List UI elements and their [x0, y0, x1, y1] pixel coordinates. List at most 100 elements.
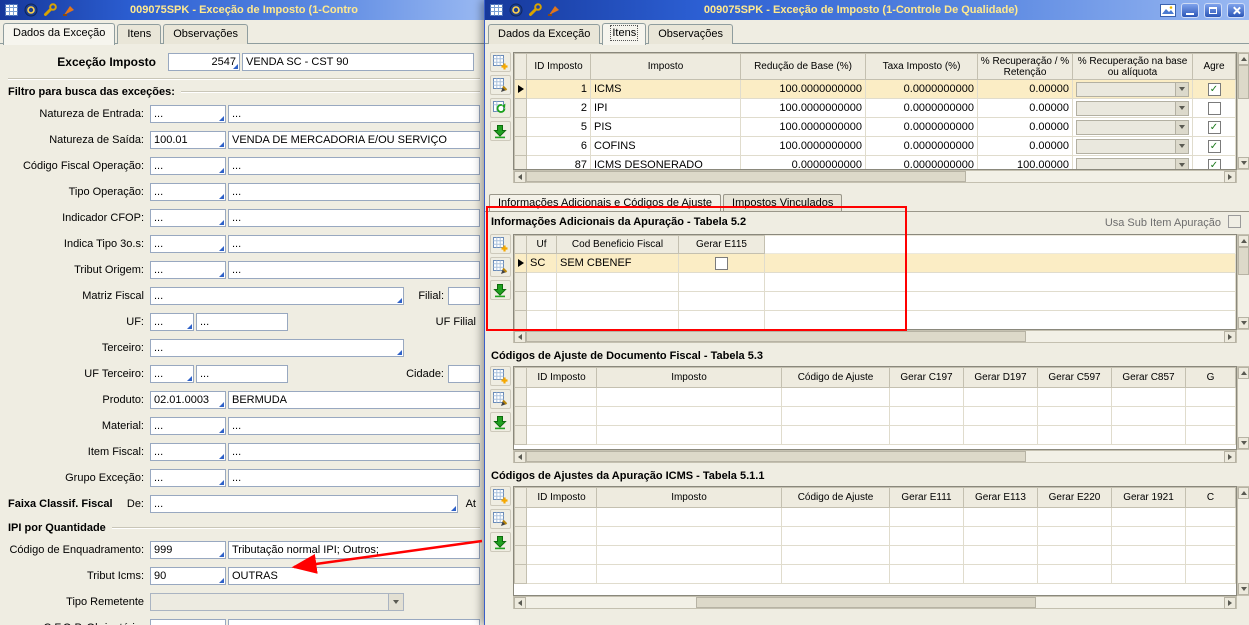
agregar-checkbox[interactable]: ✓: [1207, 120, 1221, 134]
col-header-agregar[interactable]: Agre: [1192, 53, 1236, 80]
insert-record-button[interactable]: [489, 234, 511, 254]
codigo-fiscal-operacao-desc-input[interactable]: ...: [228, 157, 480, 175]
scroll-right-button[interactable]: [1224, 331, 1236, 343]
col-header-uf[interactable]: Uf: [526, 235, 557, 254]
section-5-2-vscrollbar[interactable]: [1237, 234, 1249, 330]
tribut-icms-desc-input[interactable]: OUTRAS: [228, 567, 480, 585]
col-header-gerar-e113[interactable]: Gerar E113: [963, 487, 1038, 508]
dropdown-button[interactable]: [1175, 82, 1188, 96]
produto-code-input[interactable]: 02.01.0003: [150, 391, 226, 409]
col-header-gerar-e115[interactable]: Gerar E115: [678, 235, 765, 254]
tab-observacoes[interactable]: Observações: [163, 24, 249, 44]
material-code-input[interactable]: ...: [150, 417, 226, 435]
scroll-down-button[interactable]: [1238, 157, 1249, 169]
section-5-1-1-hscrollbar[interactable]: [513, 596, 1237, 609]
codigo-enquadramento-desc-input[interactable]: Tributação normal IPI; Outros;: [228, 541, 480, 559]
tribut-origem-desc-input[interactable]: ...: [228, 261, 480, 279]
refresh-button[interactable]: [489, 98, 511, 118]
scroll-thumb[interactable]: [526, 171, 966, 182]
matriz-fiscal-input[interactable]: ...: [150, 287, 404, 305]
table-row-empty[interactable]: [514, 507, 1236, 527]
uf-desc-input[interactable]: ...: [196, 313, 288, 331]
scroll-track[interactable]: [1238, 499, 1249, 583]
col-header-id-imposto[interactable]: ID Imposto: [526, 367, 597, 388]
tab-dados-da-excecao[interactable]: Dados da Exceção: [488, 24, 601, 44]
section-5-3-vscrollbar[interactable]: [1237, 366, 1249, 450]
scroll-right-button[interactable]: [1224, 451, 1236, 463]
last-record-button[interactable]: [489, 121, 511, 141]
agregar-checkbox[interactable]: ✓: [1207, 139, 1221, 153]
last-record-button[interactable]: [489, 532, 511, 552]
recuperacao-base-select[interactable]: [1076, 157, 1189, 169]
table-row-empty[interactable]: [514, 545, 1236, 565]
scroll-track[interactable]: [1026, 451, 1224, 462]
natureza-entrada-code-input[interactable]: ...: [150, 105, 226, 123]
dropdown-button[interactable]: [1175, 120, 1188, 134]
indica-tipo-3os-code-input[interactable]: ...: [150, 235, 226, 253]
natureza-saida-code-input[interactable]: 100.01: [150, 131, 226, 149]
recuperacao-base-select[interactable]: [1076, 100, 1189, 116]
image-icon[interactable]: [1160, 2, 1176, 18]
tipo-operacao-code-input[interactable]: ...: [150, 183, 226, 201]
section-5-2-hscrollbar[interactable]: [513, 330, 1237, 343]
col-header-imposto[interactable]: Imposto: [596, 487, 782, 508]
cidade-input[interactable]: [448, 365, 480, 383]
recuperacao-base-select[interactable]: [1076, 119, 1189, 135]
last-record-button[interactable]: [489, 280, 511, 300]
scroll-thumb[interactable]: [1238, 65, 1249, 99]
tab-itens[interactable]: Itens: [602, 23, 647, 45]
usa-sub-item-checkbox[interactable]: [1228, 215, 1241, 228]
close-button[interactable]: [1227, 2, 1245, 18]
scroll-track[interactable]: [1238, 275, 1249, 317]
col-header-id-imposto[interactable]: ID Imposto: [526, 487, 597, 508]
grupo-excecao-code-input[interactable]: ...: [150, 469, 226, 487]
col-header-gerar-e220[interactable]: Gerar E220: [1037, 487, 1112, 508]
edit-record-button[interactable]: [489, 257, 511, 277]
natureza-saida-desc-input[interactable]: VENDA DE MERCADORIA E/OU SERVIÇO: [228, 131, 480, 149]
scroll-up-button[interactable]: [1238, 235, 1249, 247]
codigo-fiscal-operacao-code-input[interactable]: ...: [150, 157, 226, 175]
terceiro-input[interactable]: ...: [150, 339, 404, 357]
scroll-track[interactable]: [1026, 331, 1224, 342]
material-desc-input[interactable]: ...: [228, 417, 480, 435]
table-row-empty[interactable]: [514, 272, 1236, 292]
agregar-checkbox[interactable]: ✓: [1207, 82, 1221, 96]
scroll-track[interactable]: [526, 597, 696, 608]
col-header-gerar-c197[interactable]: Gerar C197: [889, 367, 964, 388]
table-row-empty[interactable]: [514, 310, 1236, 329]
subtab-impostos-vinculados[interactable]: Impostos Vinculados: [723, 194, 843, 212]
minimize-button[interactable]: [1181, 2, 1199, 18]
uf-code-input[interactable]: ...: [150, 313, 194, 331]
table-row-ipi[interactable]: 2 IPI 100.0000000000 0.0000000000 0.0000…: [514, 98, 1236, 118]
tab-observacoes[interactable]: Observações: [648, 24, 734, 44]
col-header-imposto[interactable]: Imposto: [590, 53, 741, 80]
scroll-right-button[interactable]: [1224, 171, 1236, 183]
scroll-down-button[interactable]: [1238, 583, 1249, 595]
recuperacao-base-select[interactable]: [1076, 138, 1189, 154]
col-header-taxa[interactable]: Taxa Imposto (%): [865, 53, 978, 80]
item-fiscal-desc-input[interactable]: ...: [228, 443, 480, 461]
col-header-reducao[interactable]: Redução de Base (%): [740, 53, 866, 80]
grupo-excecao-desc-input[interactable]: ...: [228, 469, 480, 487]
table-row-cofins[interactable]: 6 COFINS 100.0000000000 0.0000000000 0.0…: [514, 136, 1236, 156]
scroll-track[interactable]: [1238, 99, 1249, 157]
scroll-thumb[interactable]: [526, 451, 1026, 462]
dropdown-button[interactable]: [1175, 101, 1188, 115]
tab-itens[interactable]: Itens: [117, 24, 162, 44]
col-header-codigo-ajuste[interactable]: Código de Ajuste: [781, 487, 890, 508]
col-header-id-imposto[interactable]: ID Imposto: [526, 53, 591, 80]
cfop-obrigatorio-desc-input[interactable]: ...: [228, 619, 480, 625]
indicador-cfop-desc-input[interactable]: ...: [228, 209, 480, 227]
tribut-origem-code-input[interactable]: ...: [150, 261, 226, 279]
codigo-enquadramento-code-input[interactable]: 999: [150, 541, 226, 559]
insert-record-button[interactable]: [489, 52, 511, 72]
scroll-up-button[interactable]: [1238, 487, 1249, 499]
scroll-thumb[interactable]: [696, 597, 1036, 608]
excecao-imposto-desc-input[interactable]: VENDA SC - CST 90: [242, 53, 474, 71]
scroll-left-button[interactable]: [514, 171, 526, 183]
scroll-down-button[interactable]: [1238, 317, 1249, 329]
insert-record-button[interactable]: [489, 486, 511, 506]
indica-tipo-3os-desc-input[interactable]: ...: [228, 235, 480, 253]
scroll-thumb[interactable]: [1238, 247, 1249, 275]
table-row-icms-desonerado[interactable]: 87 ICMS DESONERADO 0.0000000000 0.000000…: [514, 155, 1236, 169]
